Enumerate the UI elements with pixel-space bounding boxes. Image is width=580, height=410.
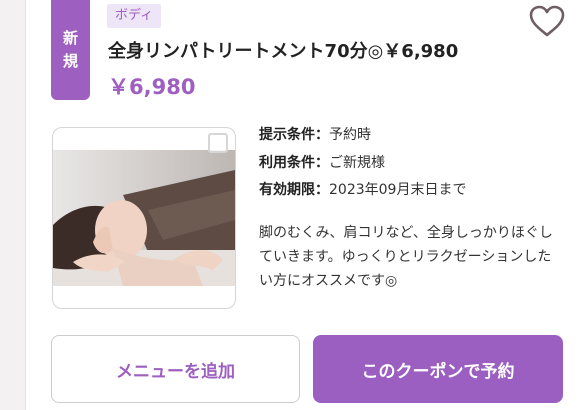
- condition-label: 提示条件：: [259, 127, 329, 143]
- coupon-price: ￥6,980: [108, 75, 196, 99]
- massage-photo: [53, 150, 235, 286]
- heart-outline-icon[interactable]: [528, 4, 566, 38]
- condition-value: 予約時: [329, 127, 371, 143]
- new-badge: 新 規: [51, 0, 90, 100]
- condition-usage: 利用条件：ご新規様: [259, 152, 385, 174]
- add-menu-button[interactable]: メニューを追加: [51, 335, 300, 403]
- new-badge-char-1: 新: [62, 29, 78, 47]
- category-tag: ボディ: [107, 4, 162, 28]
- reserve-coupon-button[interactable]: このクーポンで予約: [313, 335, 563, 403]
- coupon-photo: [52, 127, 236, 309]
- condition-expiry: 有効期限：2023年09月末日まで: [259, 179, 466, 201]
- select-checkbox[interactable]: [208, 133, 228, 153]
- condition-label: 有効期限：: [259, 182, 329, 198]
- condition-label: 利用条件：: [259, 155, 329, 171]
- condition-value: 2023年09月末日まで: [329, 182, 467, 198]
- coupon-title: 全身リンパトリートメント70分◎￥6,980: [108, 41, 459, 62]
- coupon-description: 脚のむくみ、肩コリなど、全身しっかりほぐしていきます。ゆっくりとリラクゼーション…: [259, 225, 553, 289]
- condition-presentation: 提示条件：予約時: [259, 124, 371, 146]
- condition-value: ご新規様: [329, 155, 385, 171]
- new-badge-char-2: 規: [62, 52, 78, 70]
